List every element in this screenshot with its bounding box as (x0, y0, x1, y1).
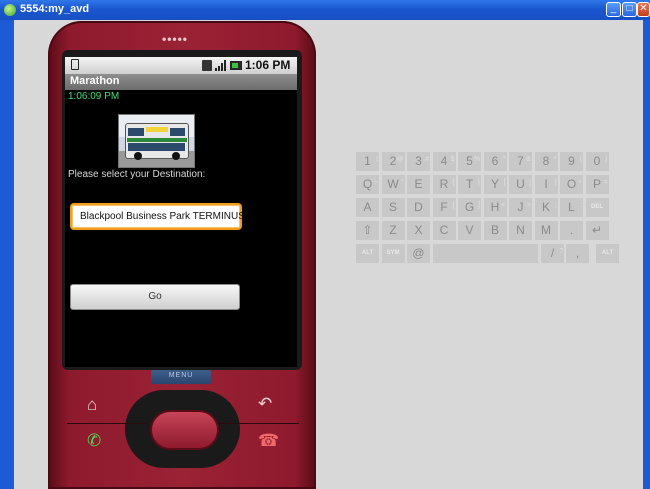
emulator-keyboard: 1! 2 @3 #4 $5% 6 ^ 7 & 8 * 9(0) Q ~ W " E ` R{T} Y[U] I | O + P =… (356, 152, 619, 267)
end-call-icon[interactable]: ☎ (258, 431, 279, 451)
keyboard-key[interactable]: G] (458, 198, 481, 217)
keyboard-key[interactable]: H < (483, 198, 507, 217)
keyboard-key[interactable]: 7 & (509, 152, 532, 171)
destination-value: Blackpool Business Park TERMINUS (80, 211, 245, 222)
keyboard-key[interactable]: Q ~ (356, 175, 379, 194)
keyboard-key[interactable]: SYM (381, 244, 405, 263)
device-screen[interactable]: 1:06 PM Marathon 1:06:09 PM Please selec… (65, 57, 297, 367)
keyboard-key[interactable]: J > (509, 198, 532, 217)
app-title-bar: Marathon (65, 74, 297, 90)
destination-spinner[interactable]: Blackpool Business Park TERMINUS (70, 203, 245, 230)
keyboard-key[interactable]: X (407, 221, 430, 240)
app-title: Marathon (70, 75, 120, 87)
minimize-button[interactable]: _ (606, 2, 621, 17)
key-divider-left (67, 423, 147, 424)
keyboard-key[interactable]: M (534, 221, 558, 240)
close-button[interactable]: ✕ (637, 2, 650, 17)
keyboard-key[interactable]: F[ (432, 198, 456, 217)
bus-image (118, 114, 195, 168)
keyboard-key[interactable] (432, 244, 538, 263)
signal-icon (215, 60, 226, 71)
destination-prompt: Please select your Destination: (68, 169, 206, 180)
keyboard-key[interactable]: O + (560, 175, 583, 194)
back-icon[interactable]: ↶ (258, 394, 272, 414)
keyboard-key[interactable]: Y[ (483, 175, 507, 194)
keyboard-key[interactable]: Z (381, 221, 405, 240)
keyboard-key[interactable]: B (483, 221, 507, 240)
clock-text: 1:06:09 PM (68, 91, 120, 102)
keyboard-key[interactable]: A (356, 198, 379, 217)
window-title: 5554:my_avd (20, 3, 90, 15)
trackball[interactable] (150, 410, 219, 450)
keyboard-key[interactable]: ⇧ (356, 221, 379, 240)
keyboard-key[interactable]: ALT (596, 244, 619, 263)
maximize-button[interactable]: □ (622, 2, 637, 17)
keyboard-key[interactable]: T} (458, 175, 481, 194)
keyboard-key[interactable]: S (381, 198, 405, 217)
phone-speaker: ••••• (162, 32, 189, 46)
go-button-label: Go (148, 291, 162, 302)
keyboard-key[interactable]: C (432, 221, 456, 240)
sd-card-icon (71, 59, 79, 70)
keyboard-key[interactable]: 5% (458, 152, 481, 171)
window-frame-left (0, 20, 14, 489)
keyboard-key[interactable]: N (509, 221, 532, 240)
keyboard-key[interactable]: ↵ (585, 221, 609, 240)
key-divider-right (219, 423, 299, 424)
keyboard-key[interactable]: 6 ^ (483, 152, 507, 171)
keyboard-key[interactable]: ALT (356, 244, 379, 263)
keyboard-key[interactable]: , (566, 244, 589, 263)
keyboard-key[interactable]: V (458, 221, 481, 240)
keyboard-key[interactable]: I | (534, 175, 558, 194)
keyboard-key[interactable]: 3 # (407, 152, 430, 171)
keyboard-key[interactable]: L: (560, 198, 583, 217)
keyboard-key[interactable]: @ (407, 244, 430, 263)
battery-icon (230, 61, 242, 70)
keyboard-key[interactable]: R{ (432, 175, 456, 194)
go-button[interactable]: Go (70, 284, 240, 310)
keyboard-key[interactable]: 9( (560, 152, 583, 171)
status-bar: 1:06 PM (65, 57, 297, 74)
keyboard-key[interactable]: 4 $ (432, 152, 456, 171)
keyboard-key[interactable]: 2 @ (381, 152, 405, 171)
window-frame-right (643, 20, 650, 489)
home-icon[interactable]: ⌂ (87, 395, 97, 415)
emulator-app-icon (4, 4, 16, 16)
call-icon[interactable]: ✆ (87, 431, 101, 451)
keyboard-key[interactable]: E ` (407, 175, 430, 194)
keyboard-key[interactable]: D (407, 198, 430, 217)
status-time: 1:06 PM (245, 58, 291, 72)
keyboard-key[interactable]: W " (381, 175, 405, 194)
keyboard-key[interactable]: DEL (585, 198, 609, 217)
keyboard-key[interactable]: 8 * (534, 152, 558, 171)
keyboard-key[interactable]: K; (534, 198, 558, 217)
menu-key[interactable]: MENU (151, 370, 211, 384)
keyboard-key[interactable]: P = (585, 175, 609, 194)
keyboard-key[interactable]: . (560, 221, 583, 240)
keyboard-key[interactable]: 1! (356, 152, 379, 171)
data-icon (202, 60, 212, 71)
window-titlebar: 5554:my_avd _ □ ✕ (0, 0, 650, 20)
menu-key-label: MENU (168, 372, 194, 379)
keyboard-key[interactable]: 0) (585, 152, 609, 171)
keyboard-key[interactable]: U] (509, 175, 532, 194)
keyboard-key[interactable]: /? (541, 244, 564, 263)
